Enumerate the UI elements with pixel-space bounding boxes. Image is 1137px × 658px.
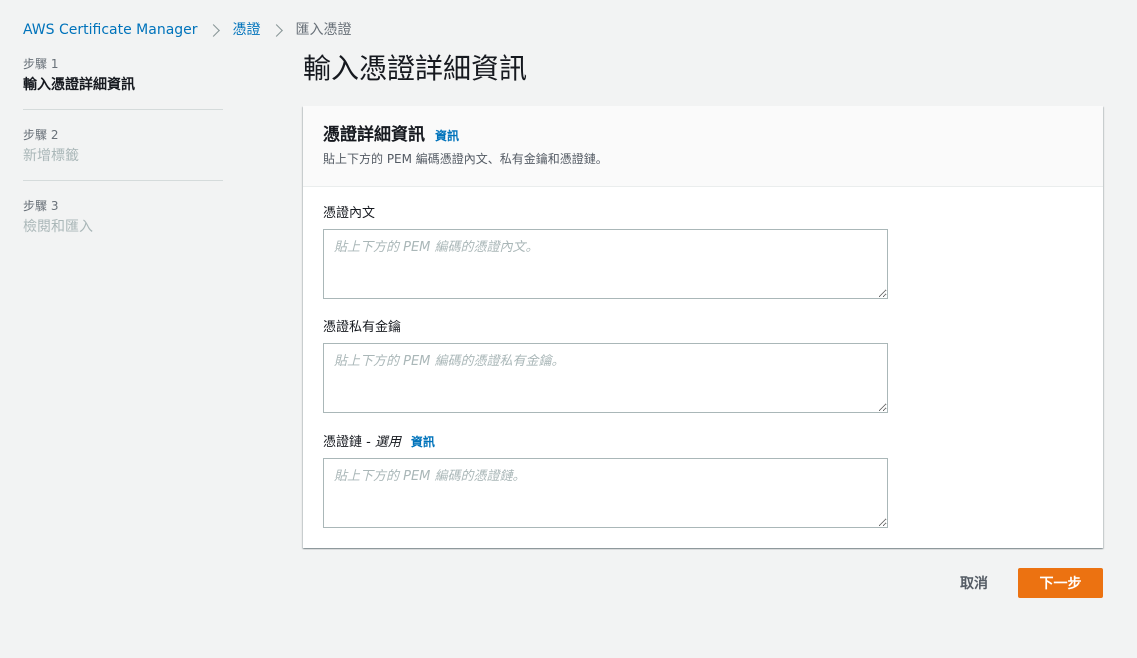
wizard-step-1: 步驟 1 輸入憑證詳細資訊 bbox=[23, 56, 223, 109]
next-button[interactable]: 下一步 bbox=[1018, 568, 1103, 598]
certificate-body-input[interactable] bbox=[323, 229, 888, 299]
chain-info-link[interactable]: 資訊 bbox=[411, 432, 435, 452]
private-key-field: 憑證私有金鑰 bbox=[323, 318, 1083, 413]
certificate-chain-label-text: 憑證鏈 - bbox=[323, 435, 371, 450]
private-key-input[interactable] bbox=[323, 343, 888, 413]
private-key-label-text: 憑證私有金鑰 bbox=[323, 320, 402, 335]
certificate-body-label-text: 憑證內文 bbox=[323, 206, 376, 221]
cancel-button[interactable]: 取消 bbox=[960, 573, 988, 593]
wizard-steps: 步驟 1 輸入憑證詳細資訊 步驟 2 新增標籤 步驟 3 檢閱和匯入 bbox=[23, 56, 223, 251]
breadcrumb-link-acm[interactable]: AWS Certificate Manager bbox=[23, 20, 198, 40]
certificate-body-field: 憑證內文 bbox=[323, 204, 1083, 299]
wizard-step-2: 步驟 2 新增標籤 bbox=[23, 109, 223, 180]
optional-tag: 選用 bbox=[374, 435, 401, 450]
panel-title: 憑證詳細資訊 bbox=[323, 125, 425, 145]
breadcrumb: AWS Certificate Manager 憑證 匯入憑證 bbox=[23, 20, 352, 40]
panel-header: 憑證詳細資訊 資訊 貼上下方的 PEM 編碼憑證內文、私有金鑰和憑證鏈。 bbox=[303, 106, 1103, 187]
breadcrumb-link-certificates[interactable]: 憑證 bbox=[233, 20, 261, 40]
chevron-right-icon bbox=[206, 23, 220, 37]
chevron-right-icon bbox=[269, 23, 283, 37]
certificate-chain-input[interactable] bbox=[323, 458, 888, 528]
step-number: 步驟 3 bbox=[23, 199, 59, 213]
step-title: 輸入憑證詳細資訊 bbox=[23, 77, 135, 93]
panel-info-link[interactable]: 資訊 bbox=[435, 127, 459, 144]
certificate-body-label: 憑證內文 bbox=[323, 204, 1083, 224]
step-number: 步驟 2 bbox=[23, 128, 59, 142]
certificate-details-panel: 憑證詳細資訊 資訊 貼上下方的 PEM 編碼憑證內文、私有金鑰和憑證鏈。 憑證內… bbox=[303, 106, 1103, 548]
page-title: 輸入憑證詳細資訊 bbox=[303, 52, 528, 85]
step-title: 新增標籤 bbox=[23, 148, 79, 164]
private-key-label: 憑證私有金鑰 bbox=[323, 318, 1083, 338]
panel-body: 憑證內文 憑證私有金鑰 憑證鏈 - 選用 資訊 bbox=[303, 187, 1103, 528]
step-number: 步驟 1 bbox=[23, 57, 59, 71]
panel-description: 貼上下方的 PEM 編碼憑證內文、私有金鑰和憑證鏈。 bbox=[323, 152, 608, 166]
step-title: 檢閱和匯入 bbox=[23, 219, 93, 235]
certificate-chain-field: 憑證鏈 - 選用 資訊 bbox=[323, 432, 1083, 528]
breadcrumb-current: 匯入憑證 bbox=[295, 22, 352, 38]
page: AWS Certificate Manager 憑證 匯入憑證 步驟 1 輸入憑… bbox=[0, 0, 1137, 658]
form-actions: 取消 下一步 bbox=[960, 568, 1103, 598]
wizard-step-3: 步驟 3 檢閱和匯入 bbox=[23, 180, 223, 251]
certificate-chain-label: 憑證鏈 - 選用 資訊 bbox=[323, 432, 1083, 453]
panel-title-row: 憑證詳細資訊 資訊 bbox=[323, 123, 1083, 147]
